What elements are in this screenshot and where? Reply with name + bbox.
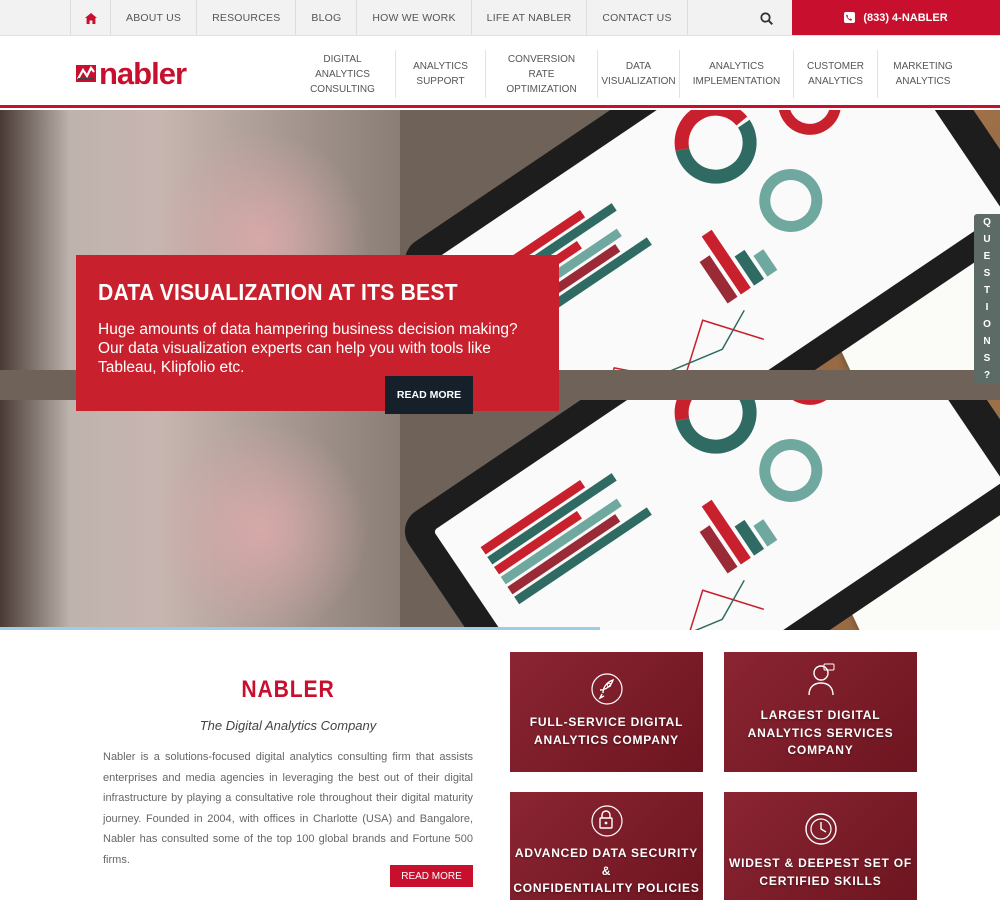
home-icon	[84, 12, 97, 24]
main-nav: DIGITAL ANALYTICS CONSULTING ANALYTICS S…	[290, 50, 968, 98]
line-chart	[605, 309, 745, 370]
questions-letter: I	[985, 302, 989, 313]
line-chart	[605, 579, 745, 630]
hero-callout: DATA VISUALIZATION AT ITS BEST Huge amou…	[76, 255, 559, 411]
nav-customer-analytics[interactable]: CUSTOMER ANALYTICS	[794, 50, 878, 98]
shadow-edge	[0, 110, 70, 370]
donut-chart	[759, 169, 823, 233]
tile-label: WIDEST & DEEPEST SET OF CERTIFIED SKILLS	[728, 856, 913, 888]
topnav-resources[interactable]: RESOURCES	[196, 0, 295, 36]
hero-read-more-button[interactable]: READ MORE	[385, 376, 473, 414]
logo-mark-icon	[76, 65, 96, 82]
intro-body: Nabler is a solutions-focused digital an…	[103, 751, 473, 866]
feature-tile[interactable]: LARGEST DIGITAL ANALYTICS SERVICES COMPA…	[724, 652, 917, 772]
home-link[interactable]	[70, 0, 110, 36]
person-icon	[802, 660, 840, 698]
intro-read-more-button[interactable]: READ MORE	[390, 865, 473, 887]
blur-highlight	[150, 420, 370, 630]
questions-tab[interactable]: Q U E S T I O N S ?	[974, 214, 1000, 384]
line-chart	[594, 319, 765, 370]
donut-chart	[759, 439, 823, 503]
hero-title: DATA VISUALIZATION AT ITS BEST	[98, 279, 458, 305]
questions-letter: ?	[983, 370, 991, 381]
questions-letter: T	[983, 285, 991, 296]
intro-heading: NABLER	[241, 676, 335, 703]
phone-button[interactable]: (833) 4-NABLER	[792, 0, 1000, 35]
tile-label: FULL-SERVICE DIGITAL ANALYTICS COMPANY	[529, 715, 684, 747]
bar-group	[480, 473, 652, 605]
nav-data-visualization[interactable]: DATA VISUALIZATION	[598, 50, 680, 98]
topnav-about[interactable]: ABOUT US	[110, 0, 196, 36]
hero-image-bottom	[0, 400, 1000, 630]
tile-label: LARGEST DIGITAL ANALYTICS SERVICES COMPA…	[747, 708, 894, 757]
donut-chart	[778, 110, 842, 135]
topnav-contact[interactable]: CONTACT US	[586, 0, 688, 36]
feature-tile[interactable]: FULL-SERVICE DIGITAL ANALYTICS COMPANY	[510, 652, 703, 772]
questions-letter: S	[983, 353, 991, 364]
lock-icon	[588, 802, 626, 840]
column-group	[699, 229, 778, 304]
hero-text: Huge amounts of data hampering business …	[98, 321, 518, 376]
search-icon	[759, 11, 773, 25]
topnav-how-we-work[interactable]: HOW WE WORK	[356, 0, 470, 36]
questions-letter: O	[983, 319, 991, 330]
donut-chart	[778, 400, 842, 405]
main-header: nabler DIGITAL ANALYTICS CONSULTING ANAL…	[0, 36, 1000, 108]
nav-conversion-rate-optimization[interactable]: CONVERSION RATE OPTIMIZATION	[486, 50, 598, 98]
logo-text: nabler	[99, 56, 187, 91]
topnav-blog[interactable]: BLOG	[295, 0, 356, 36]
rocket-icon	[588, 670, 626, 708]
feature-tile[interactable]: ADVANCED DATA SECURITY & CONFIDENTIALITY…	[510, 792, 703, 900]
phone-number: (833) 4-NABLER	[863, 11, 948, 24]
intro-section: NABLER The Digital Analytics Company Nab…	[103, 676, 473, 870]
questions-letter: E	[983, 251, 991, 262]
shadow-edge	[0, 400, 70, 630]
questions-letter: U	[983, 234, 991, 245]
tile-label: ADVANCED DATA SECURITY & CONFIDENTIALITY…	[513, 846, 700, 895]
search-button[interactable]	[748, 0, 784, 36]
nav-analytics-implementation[interactable]: ANALYTICS IMPLEMENTATION	[680, 50, 794, 98]
clock-icon	[802, 810, 840, 848]
intro-tagline: The Digital Analytics Company	[199, 718, 377, 733]
top-nav: ABOUT US RESOURCES BLOG HOW WE WORK LIFE…	[70, 0, 688, 36]
questions-letter: N	[983, 336, 991, 347]
top-bar: ABOUT US RESOURCES BLOG HOW WE WORK LIFE…	[0, 0, 1000, 36]
phone-icon	[844, 12, 856, 23]
nav-digital-analytics-consulting[interactable]: DIGITAL ANALYTICS CONSULTING	[290, 50, 396, 98]
slider-progress-bar	[0, 627, 600, 630]
questions-letter: Q	[983, 217, 991, 228]
nav-marketing-analytics[interactable]: MARKETING ANALYTICS	[878, 50, 968, 98]
feature-tile[interactable]: WIDEST & DEEPEST SET OF CERTIFIED SKILLS	[724, 792, 917, 900]
logo[interactable]: nabler	[76, 56, 187, 91]
column-group	[699, 499, 778, 574]
line-chart	[594, 589, 765, 630]
questions-letter: S	[983, 268, 991, 279]
nav-analytics-support[interactable]: ANALYTICS SUPPORT	[396, 50, 486, 98]
topnav-life-at-nabler[interactable]: LIFE AT NABLER	[470, 0, 587, 36]
